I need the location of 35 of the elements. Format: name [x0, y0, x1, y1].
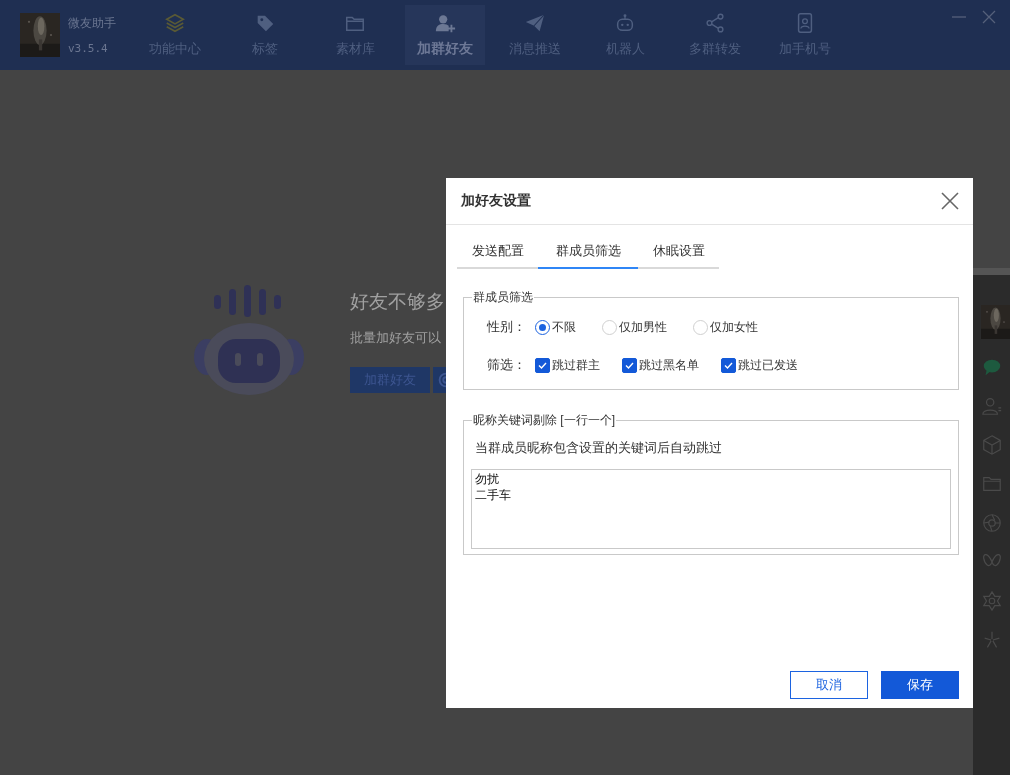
add-user-icon	[434, 12, 456, 34]
group-legend: 昵称关键词剔除 [一行一个]	[472, 412, 616, 429]
paper-plane-icon	[524, 12, 546, 34]
dialog-title: 加好友设置	[461, 192, 531, 210]
keyword-line: 二手车	[475, 487, 511, 503]
share-icon	[704, 12, 726, 34]
dialog-tab[interactable]: 群成员筛选	[538, 240, 638, 269]
close-button[interactable]	[941, 192, 959, 210]
gender-radio[interactable]: 仅加女性	[693, 318, 758, 336]
filter-checkbox[interactable]: 跳过群主	[535, 356, 600, 374]
save-button[interactable]: 保存	[881, 671, 959, 699]
filter-checkbox[interactable]: 跳过黑名单	[622, 356, 699, 374]
keyword-hint: 当群成员昵称包含设置的关键词后自动跳过	[475, 439, 723, 457]
app-version: v3.5.4	[68, 42, 109, 55]
app-name: 微友助手	[68, 15, 116, 32]
gender-label: 性别：	[487, 318, 527, 336]
flower-icon[interactable]	[980, 590, 1003, 612]
empty-state-description: 批量加好友可以	[350, 329, 441, 347]
close-icon[interactable]	[982, 10, 996, 24]
user-icon[interactable]	[980, 395, 1003, 417]
cancel-button[interactable]: 取消	[790, 671, 868, 699]
cube-icon[interactable]	[980, 434, 1003, 456]
keyword-line: 勿扰	[475, 471, 499, 487]
layers-icon	[164, 12, 186, 34]
group-legend: 群成员筛选	[472, 289, 534, 306]
aperture-icon[interactable]	[980, 512, 1003, 534]
gender-radio[interactable]: 仅加男性	[602, 318, 667, 336]
dialog-tab[interactable]: 发送配置	[457, 240, 538, 269]
dialog-tab[interactable]: 休眠设置	[638, 240, 719, 269]
filter-checkbox[interactable]: 跳过已发送	[721, 356, 798, 374]
gender-radio[interactable]: 不限	[535, 318, 576, 336]
empty-state-title: 好友不够多	[350, 290, 445, 314]
filter-label: 筛选：	[487, 356, 527, 374]
keyword-input[interactable]: 勿扰 二手车	[471, 469, 951, 549]
robot-icon	[614, 12, 636, 34]
